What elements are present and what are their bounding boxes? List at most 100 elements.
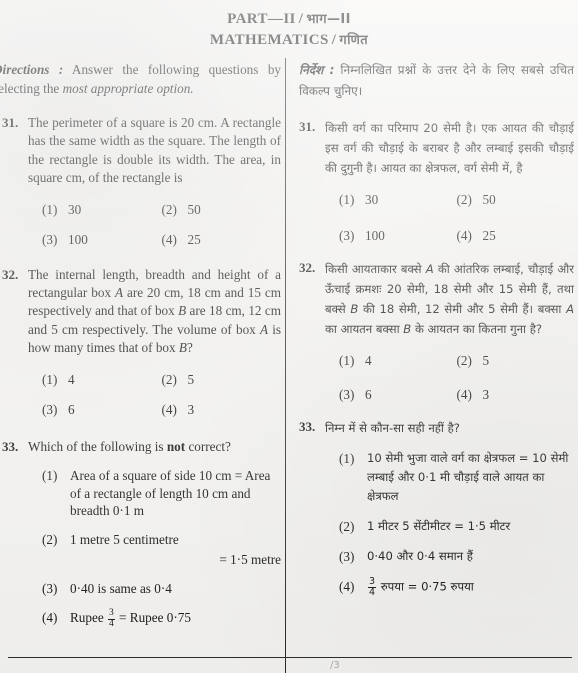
option-1[interactable]: (1) Area of a square of side 10 cm = Are… [42, 467, 281, 520]
option-4[interactable]: (4) 34 रुपया = 0·75 रुपया [339, 577, 574, 597]
option-2[interactable]: (2) 5 [457, 353, 575, 369]
question-32-hi: 32. किसी आयताकार बक्से A की आंतरिक लम्बा… [299, 259, 574, 403]
question-text: निम्न में से कौन-सा सही नहीं है? [325, 421, 460, 435]
heading-separator-1: / [298, 11, 304, 27]
question-number: 33. [299, 419, 316, 434]
option-1[interactable]: (1) 4 [339, 353, 457, 369]
part-heading: PART—II / भाग—II [0, 9, 578, 30]
option-value: 0·40 is same as 0·4 [70, 581, 172, 597]
option-value: 1 मीटर 5 सेंटीमीटर = 1·5 मीटर [367, 519, 511, 533]
option-value: 25 [187, 231, 201, 247]
option-key: (1) [42, 371, 58, 387]
options-31-en: (1) 30 (2) 50 (3) 100 (4) 25 [28, 202, 281, 248]
option-value: 3 [187, 401, 195, 417]
option-3[interactable]: (3) 6 [42, 402, 162, 418]
directions-text-hi: निम्नलिखित प्रश्नों के उत्तर देने के लिए… [299, 63, 575, 98]
option-key: (4) [456, 228, 472, 243]
options-33-hi: (1) 10 सेमी भुजा वाले वर्ग का क्षेत्रफल … [325, 449, 574, 597]
option-4[interactable]: (4) Rupee 34 = Rupee 0·75 [42, 608, 281, 630]
option-value: 0·40 और 0·4 समान हैं [367, 549, 473, 563]
question-number: 31. [2, 115, 19, 130]
subject-heading: MATHEMATICS / गणित [0, 30, 578, 51]
option-4[interactable]: (4) 25 [162, 232, 282, 248]
option-1[interactable]: (1) 4 [42, 372, 162, 388]
option-1[interactable]: (1) 10 सेमी भुजा वाले वर्ग का क्षेत्रफल … [339, 449, 574, 506]
option-key: (1) [339, 353, 355, 368]
option-key: (4) [161, 231, 177, 247]
option-value: 10 सेमी भुजा वाले वर्ग का क्षेत्रफल = 10… [367, 451, 569, 503]
directions-emphasis-en: most appropriate option. [62, 81, 194, 96]
option-3[interactable]: (3) 6 [339, 387, 457, 403]
option-4[interactable]: (4) 25 [457, 228, 575, 244]
option-value-wrap: 1 metre 5 centimetre = 1·5 metre [70, 531, 281, 569]
part-label-en: PART—II [227, 11, 296, 27]
option-key: (4) [339, 579, 355, 594]
footer-artifact: /3 [330, 660, 340, 671]
option-key: (2) [456, 192, 472, 207]
option-key: (4) [42, 609, 58, 625]
option-1[interactable]: (1) 30 [42, 202, 162, 218]
question-text: किसी आयताकार बक्से A की आंतरिक लम्बाई, च… [325, 262, 575, 336]
option-key: (3) [339, 549, 355, 564]
question-number: 33. [2, 438, 19, 454]
fraction-denominator: 4 [368, 586, 377, 598]
question-number: 32. [2, 266, 19, 282]
option-value: 6 [365, 387, 372, 402]
option-3[interactable]: (3) 0·40 is same as 0·4 [42, 580, 281, 598]
english-column: Directions : Answer the following questi… [0, 60, 289, 644]
option-key: (3) [339, 387, 355, 402]
option-key: (3) [339, 228, 355, 243]
question-text: The internal length, breadth and height … [28, 266, 282, 356]
option-2[interactable]: (2) 50 [457, 192, 575, 208]
fraction-three-quarters: 34 [368, 577, 377, 598]
option-3[interactable]: (3) 100 [42, 232, 162, 248]
subject-label-hi: गणित [339, 33, 369, 48]
option-value: 6 [68, 401, 75, 417]
directions-text-en-1: Answer the following questions [63, 62, 259, 77]
option-2[interactable]: (2) 1 metre 5 centimetre = 1·5 metre [42, 531, 281, 569]
question-31-hi: 31. किसी वर्ग का परिमाप 20 सेमी है। एक आ… [299, 118, 574, 244]
directions-label-hi: निर्देश : [299, 63, 335, 77]
option-value: 100 [68, 231, 88, 247]
option-value: 50 [482, 192, 496, 207]
option-value: 4 [365, 353, 372, 368]
question-32-en: 32. The internal length, breadth and hei… [2, 266, 281, 418]
option-2[interactable]: (2) 50 [162, 202, 282, 218]
fraction-three-quarters: 34 [108, 608, 115, 629]
directions-en: Directions : Answer the following questi… [0, 60, 281, 98]
option-2[interactable]: (2) 5 [162, 372, 282, 388]
option-key: (3) [42, 231, 58, 247]
option-2[interactable]: (2) 1 मीटर 5 सेंटीमीटर = 1·5 मीटर [339, 517, 574, 536]
page-bottom-rule [8, 657, 572, 658]
hindi-column: निर्देश : निम्नलिखित प्रश्नों के उत्तर द… [289, 60, 578, 644]
question-33-hi: 33. निम्न में से कौन-सा सही नहीं है? (1)… [299, 418, 574, 597]
option-key: (3) [42, 401, 58, 417]
option-value: 34 रुपया = 0·75 रुपया [367, 577, 574, 597]
option-key: (1) [339, 451, 355, 466]
option-1[interactable]: (1) 30 [339, 192, 457, 208]
question-text: Which of the following is not correct? [28, 438, 231, 454]
option-4[interactable]: (4) 3 [162, 402, 282, 418]
option-key: (2) [339, 519, 355, 534]
option-value: 100 [365, 228, 385, 243]
options-31-hi: (1) 30 (2) 50 (3) 100 (4) 25 [325, 192, 574, 244]
option-value-continuation: = 1·5 metre [219, 552, 281, 568]
option-key: (4) [161, 401, 177, 417]
option-key: (1) [42, 201, 58, 217]
question-number: 31. [299, 119, 316, 134]
option-value: 30 [68, 201, 82, 217]
heading-separator-2: / [331, 32, 337, 48]
option-value: 1 metre 5 centimetre [70, 531, 179, 547]
question-number: 32. [299, 260, 316, 275]
option-value: 25 [482, 228, 496, 243]
option-key: (1) [42, 468, 58, 484]
exam-paper-page: PART—II / भाग—II MATHEMATICS / गणित Directio… [0, 0, 578, 673]
option-value: 30 [365, 192, 379, 207]
option-key: (4) [456, 387, 472, 402]
option-value: 50 [187, 201, 201, 217]
option-3[interactable]: (3) 0·40 और 0·4 समान हैं [339, 547, 574, 566]
option-key: (1) [339, 192, 355, 207]
option-4[interactable]: (4) 3 [457, 387, 575, 403]
option-3[interactable]: (3) 100 [339, 228, 457, 244]
option-value-suffix: रुपया = 0·75 रुपया [377, 579, 474, 594]
